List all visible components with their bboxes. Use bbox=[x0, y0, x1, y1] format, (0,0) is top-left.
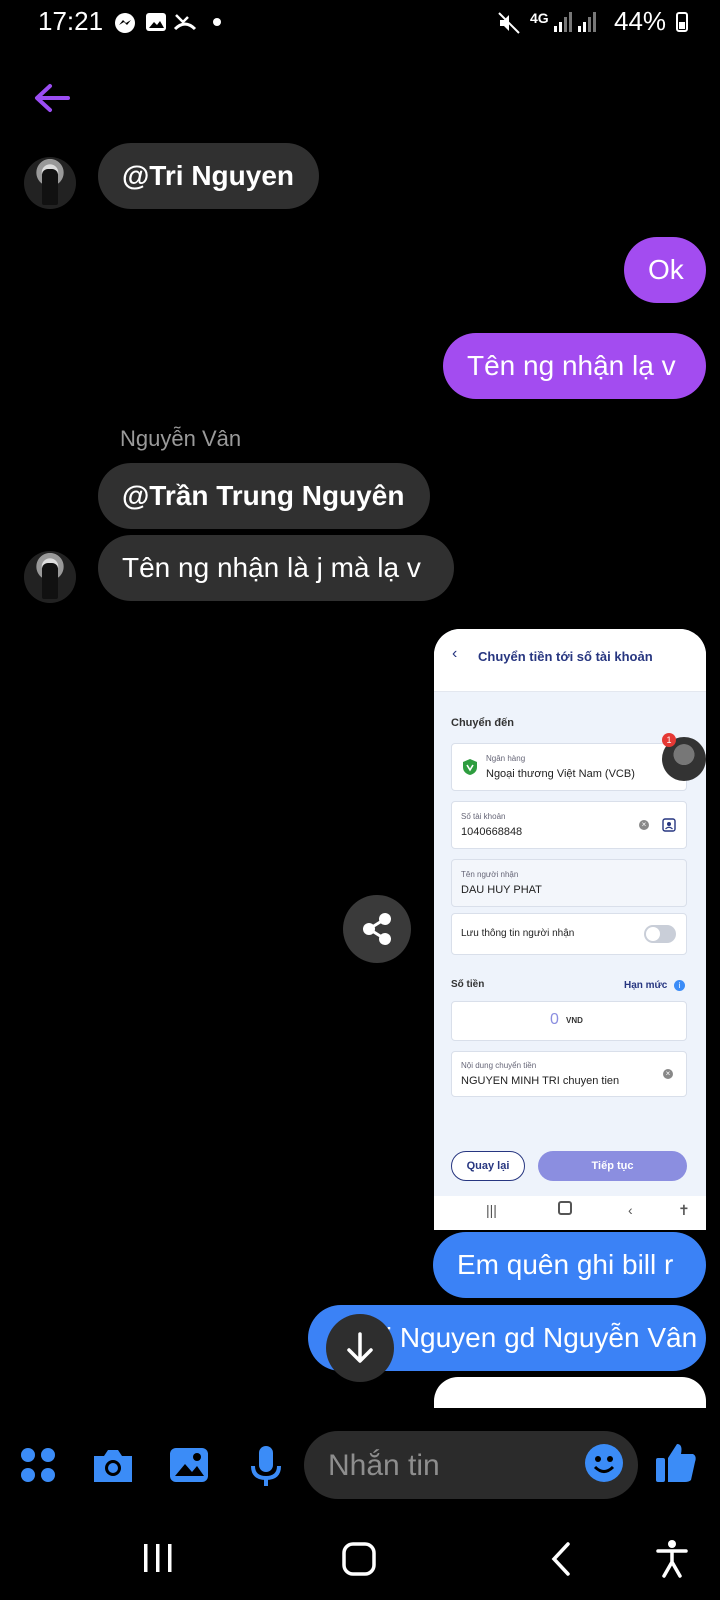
bank-value: Ngoại thương Việt Nam (VCB) bbox=[486, 768, 635, 780]
image-nav-bar: ||| ‹ ✝ bbox=[434, 1196, 706, 1230]
scroll-to-bottom-button[interactable] bbox=[326, 1314, 394, 1382]
avatar[interactable] bbox=[24, 157, 76, 209]
image-note-field: Nội dung chuyển tiền NGUYEN MINH TRI chu… bbox=[451, 1051, 687, 1097]
image-recipient-field: Tên người nhận DAU HUY PHAT bbox=[451, 859, 687, 907]
accessibility-icon[interactable] bbox=[654, 1538, 690, 1578]
message-input-placeholder: Nhắn tin bbox=[328, 1449, 440, 1482]
image-accessibility-icon: ✝ bbox=[678, 1202, 690, 1218]
gallery-icon[interactable] bbox=[166, 1442, 212, 1488]
image-bank-field: Ngân hàng Ngoại thương Việt Nam (VCB) bbox=[451, 743, 687, 791]
mute-icon bbox=[498, 12, 520, 34]
message-bubble-outgoing[interactable]: Em quên ghi bill r bbox=[433, 1232, 706, 1298]
save-recipient-toggle bbox=[644, 925, 676, 943]
image-recent-apps-icon: ||| bbox=[486, 1202, 497, 1218]
image-section-label: Chuyển đến bbox=[451, 717, 514, 729]
image-back-icon: ‹ bbox=[452, 645, 458, 662]
bank-caption: Ngân hàng bbox=[486, 754, 526, 763]
clear-icon: × bbox=[663, 1069, 673, 1079]
camera-icon[interactable] bbox=[90, 1442, 136, 1488]
dot-icon bbox=[213, 18, 221, 26]
microphone-icon[interactable] bbox=[243, 1442, 289, 1488]
account-caption: Số tài khoản bbox=[461, 812, 506, 821]
contacts-icon bbox=[662, 818, 676, 832]
avatar[interactable] bbox=[24, 551, 76, 603]
signal-icon-1 bbox=[554, 12, 572, 32]
thumbs-up-icon[interactable] bbox=[653, 1440, 699, 1486]
note-value: NGUYEN MINH TRI chuyen tien bbox=[461, 1075, 620, 1087]
arrow-down-icon bbox=[347, 1332, 373, 1363]
sender-name: Nguyễn Vân bbox=[120, 426, 242, 451]
emoji-icon[interactable] bbox=[584, 1443, 624, 1483]
battery-percent: 44% bbox=[614, 6, 667, 36]
network-type: 4G bbox=[530, 10, 549, 26]
image-continue-button: Tiếp tục bbox=[538, 1151, 687, 1181]
recipient-caption: Tên người nhận bbox=[461, 870, 519, 879]
image-back-nav-icon: ‹ bbox=[628, 1202, 633, 1218]
apps-menu-icon[interactable] bbox=[15, 1442, 61, 1488]
bank-logo-icon bbox=[463, 759, 477, 775]
gallery-icon bbox=[146, 13, 166, 31]
status-time: 17:21 bbox=[38, 6, 104, 36]
back-arrow-icon[interactable] bbox=[30, 78, 74, 118]
shared-image[interactable]: ‹ Chuyển tiền tới số tài khoản Chuyển đế… bbox=[434, 629, 706, 1196]
notification-badge: 1 bbox=[662, 733, 676, 747]
message-bubble-incoming[interactable]: Tên ng nhận là j mà lạ v bbox=[98, 535, 454, 601]
account-value: 1040668848 bbox=[461, 826, 523, 838]
image-header: ‹ Chuyển tiền tới số tài khoản bbox=[434, 629, 706, 692]
home-icon[interactable] bbox=[340, 1540, 378, 1578]
message-bubble-incoming[interactable]: @Tri Nguyen bbox=[98, 143, 319, 209]
currency-label: VND bbox=[566, 1016, 583, 1025]
recipient-value: DAU HUY PHAT bbox=[461, 884, 542, 896]
info-icon: i bbox=[674, 980, 685, 991]
clear-icon: × bbox=[639, 820, 649, 830]
message-bubble-outgoing[interactable]: Tên ng nhận lạ v bbox=[443, 333, 706, 399]
image-home-icon bbox=[558, 1201, 572, 1215]
note-caption: Nội dung chuyển tiền bbox=[461, 1061, 537, 1070]
image-amount-field: 0 VND bbox=[451, 1001, 687, 1041]
share-button[interactable] bbox=[343, 895, 411, 963]
save-recipient-label: Lưu thông tin người nhận bbox=[461, 928, 575, 939]
limit-label: Hạn mức bbox=[624, 980, 668, 991]
system-nav-bar bbox=[0, 1518, 720, 1600]
image-save-recipient-row: Lưu thông tin người nhận bbox=[451, 913, 687, 955]
amount-value: 0 bbox=[550, 1011, 559, 1028]
image-account-field: Số tài khoản 1040668848 × bbox=[451, 801, 687, 849]
image-title: Chuyển tiền tới số tài khoản bbox=[478, 649, 653, 664]
recent-apps-icon[interactable] bbox=[140, 1540, 176, 1576]
back-nav-icon[interactable] bbox=[546, 1540, 576, 1578]
missed-call-icon bbox=[173, 14, 197, 31]
share-icon bbox=[363, 913, 391, 945]
messenger-icon bbox=[115, 13, 135, 33]
image-back-button: Quay lại bbox=[451, 1151, 525, 1181]
amount-label: Số tiền bbox=[451, 979, 485, 990]
message-bubble-outgoing[interactable]: Ok bbox=[624, 237, 706, 303]
message-bubble-incoming[interactable]: @Trần Trung Nguyên bbox=[98, 463, 430, 529]
signal-icon-2 bbox=[578, 12, 596, 32]
status-bar: 17:21 4G 44% bbox=[0, 0, 720, 44]
battery-icon bbox=[676, 12, 688, 32]
